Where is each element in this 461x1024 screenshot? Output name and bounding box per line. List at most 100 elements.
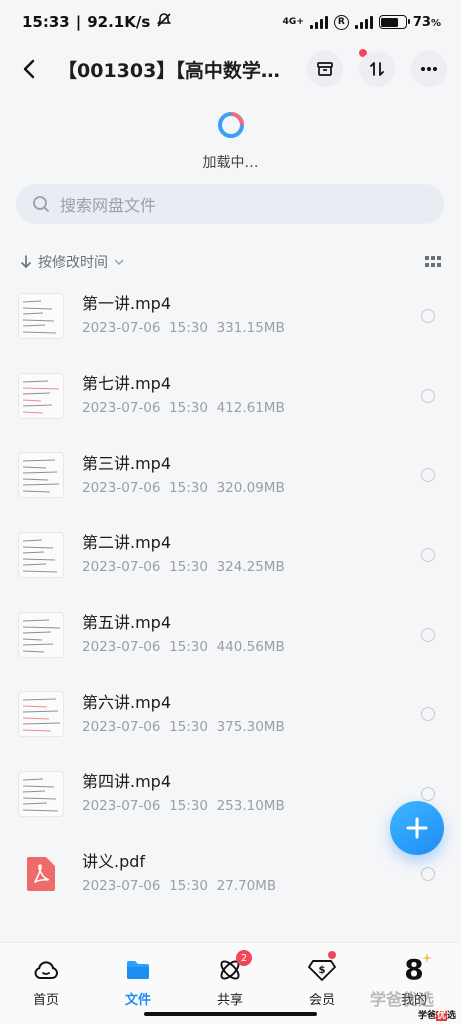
add-button[interactable]	[390, 801, 444, 855]
file-row[interactable]: 第三讲.mp4 2023-07-06 15:30 320.09MB	[0, 435, 461, 515]
mute-icon	[156, 12, 172, 32]
status-separator: |	[75, 13, 82, 31]
chevron-left-icon	[23, 59, 35, 79]
file-time: 15:30	[169, 878, 208, 895]
select-checkbox[interactable]	[421, 388, 435, 403]
file-row[interactable]: 第五讲.mp4 2023-07-06 15:30 440.56MB	[0, 595, 461, 675]
file-row[interactable]: 第六讲.mp4 2023-07-06 15:30 375.30MB	[0, 674, 461, 754]
file-time: 15:30	[169, 798, 208, 815]
signal-icon-2	[354, 15, 373, 29]
file-meta: 2023-07-06 15:30 27.70MB	[82, 878, 276, 895]
select-checkbox[interactable]	[421, 786, 435, 801]
file-size: 440.56MB	[216, 639, 285, 656]
video-thumbnail	[18, 531, 64, 578]
file-size: 320.09MB	[216, 479, 285, 496]
file-meta: 2023-07-06 15:30 412.61MB	[82, 400, 285, 417]
file-meta: 2023-07-06 15:30 375.30MB	[82, 719, 285, 736]
video-thumbnail	[18, 452, 64, 499]
watermark: 学爸优选	[370, 990, 435, 1009]
file-size: 331.15MB	[216, 320, 285, 337]
nav-vip[interactable]: $ 会员	[292, 951, 352, 1008]
diamond-coin-icon: $	[308, 960, 336, 981]
file-name: 第三讲.mp4	[82, 453, 172, 473]
more-button[interactable]	[411, 51, 447, 87]
file-row[interactable]: 第七讲.mp4 2023-07-06 15:30 412.61MB	[0, 356, 461, 436]
nav-home-label: 首页	[32, 993, 59, 1008]
video-thumbnail	[18, 691, 64, 738]
registered-icon: R	[333, 14, 349, 30]
archive-icon	[317, 62, 333, 76]
folder-icon	[127, 961, 149, 979]
file-meta: 2023-07-06 15:30 331.15MB	[82, 320, 285, 337]
back-button[interactable]	[14, 51, 44, 87]
file-meta: 2023-07-06 15:30 324.25MB	[82, 559, 285, 576]
file-info: 第三讲.mp4 2023-07-06 15:30 320.09MB	[82, 454, 285, 497]
file-name: 讲义.pdf	[82, 852, 146, 872]
battery-percent: 73%	[412, 14, 441, 30]
file-size: 324.25MB	[216, 559, 285, 576]
file-info: 第六讲.mp4 2023-07-06 15:30 375.30MB	[82, 693, 285, 736]
file-meta: 2023-07-06 15:30 440.56MB	[82, 639, 285, 656]
vip-notification-dot	[328, 951, 336, 959]
title-bar: 【001303】【高中数学…	[0, 46, 461, 92]
file-size: 27.70MB	[216, 878, 277, 895]
svg-text:$: $	[319, 965, 326, 976]
select-checkbox[interactable]	[421, 468, 435, 483]
search-input[interactable]: 搜索网盘文件	[16, 184, 444, 224]
file-row[interactable]: 第二讲.mp4 2023-07-06 15:30 324.25MB	[0, 515, 461, 595]
grid-view-icon[interactable]	[425, 256, 441, 268]
share-badge: 2	[236, 950, 252, 966]
app-screen: 15:33 | 92.1K/s 4G+ R 73% 【001303】【高中数学…	[0, 0, 461, 1024]
file-meta: 2023-07-06 15:30 253.10MB	[82, 798, 285, 815]
nav-files[interactable]: 文件	[108, 957, 168, 1008]
file-date: 2023-07-06	[82, 718, 161, 735]
file-info: 第七讲.mp4 2023-07-06 15:30 412.61MB	[82, 374, 285, 417]
chevron-down-icon	[114, 259, 124, 266]
sort-order-button[interactable]	[359, 51, 395, 87]
file-info: 第一讲.mp4 2023-07-06 15:30 331.15MB	[82, 294, 285, 337]
file-info: 第四讲.mp4 2023-07-06 15:30 253.10MB	[82, 772, 285, 815]
file-info: 第五讲.mp4 2023-07-06 15:30 440.56MB	[82, 613, 285, 656]
nav-share[interactable]: 2 共享	[200, 950, 260, 1008]
file-info: 讲义.pdf 2023-07-06 15:30 27.70MB	[82, 852, 276, 895]
file-date: 2023-07-06	[82, 479, 161, 496]
video-thumbnail	[18, 611, 64, 658]
file-size: 253.10MB	[216, 798, 285, 815]
file-date: 2023-07-06	[82, 400, 161, 417]
archive-button[interactable]	[307, 49, 367, 87]
sparkle-icon	[422, 953, 432, 963]
page-title: 【001303】【高中数学…	[58, 59, 280, 82]
arrow-down-icon	[21, 255, 31, 269]
sort-row: 按修改时间	[20, 250, 441, 274]
file-time: 15:30	[169, 400, 208, 417]
file-name: 第一讲.mp4	[82, 294, 172, 314]
select-checkbox[interactable]	[421, 547, 435, 562]
search-placeholder: 搜索网盘文件	[60, 196, 157, 215]
loading-text: 加载中…	[202, 155, 259, 171]
video-thumbnail	[18, 770, 64, 817]
sort-label: 按修改时间	[38, 255, 108, 271]
select-checkbox[interactable]	[421, 308, 435, 323]
home-indicator[interactable]	[144, 1012, 317, 1016]
nav-files-label: 文件	[124, 993, 151, 1008]
file-row[interactable]: 讲义.pdf 2023-07-06 15:30 27.70MB	[0, 834, 461, 914]
battery-fill	[381, 17, 399, 27]
file-date: 2023-07-06	[82, 798, 161, 815]
select-checkbox[interactable]	[421, 707, 435, 722]
plus-icon	[406, 817, 428, 839]
network-speed: 92.1K/s	[87, 13, 151, 31]
watermark-logo: 学爸优选	[418, 1011, 457, 1021]
search-icon	[33, 196, 49, 212]
file-time: 15:30	[169, 718, 208, 735]
select-checkbox[interactable]	[421, 866, 435, 881]
video-thumbnail	[18, 292, 64, 339]
file-row[interactable]: 第一讲.mp4 2023-07-06 15:30 331.15MB	[0, 276, 461, 356]
pdf-file-icon	[18, 851, 64, 897]
file-size: 375.30MB	[216, 718, 285, 735]
sort-button[interactable]: 按修改时间	[20, 252, 124, 272]
file-date: 2023-07-06	[82, 878, 161, 895]
nav-home[interactable]: 首页	[16, 957, 76, 1008]
file-date: 2023-07-06	[82, 639, 161, 656]
cloud-icon	[34, 961, 58, 979]
select-checkbox[interactable]	[421, 627, 435, 642]
